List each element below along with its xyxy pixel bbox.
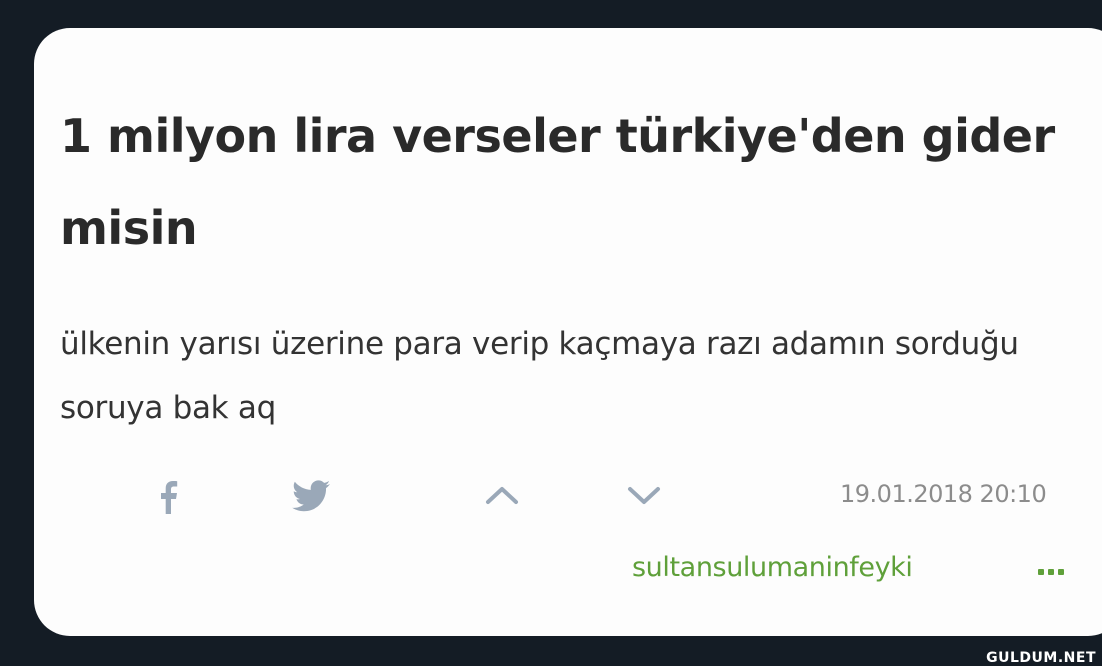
ellipsis-dot — [1038, 569, 1044, 575]
ellipsis-dot — [1058, 569, 1064, 575]
chevron-up-icon[interactable] — [482, 482, 522, 508]
watermark: GULDUM.NET — [986, 650, 1096, 666]
topic-title[interactable]: 1 milyon lira verseler türkiye'den gider… — [60, 90, 1060, 274]
facebook-icon[interactable] — [158, 480, 178, 514]
entry-date[interactable]: 19.01.2018 20:10 — [840, 480, 1047, 508]
ellipsis-icon[interactable] — [1038, 560, 1074, 575]
entry-card: 1 milyon lira verseler türkiye'den gider… — [34, 28, 1102, 636]
ellipsis-dot — [1048, 569, 1054, 575]
author-link[interactable]: sultansulumaninfeyki — [632, 552, 913, 583]
entry-text: ülkenin yarısı üzerine para verip kaçmay… — [60, 326, 1019, 426]
chevron-down-icon[interactable] — [624, 482, 664, 508]
twitter-icon[interactable] — [292, 480, 330, 512]
